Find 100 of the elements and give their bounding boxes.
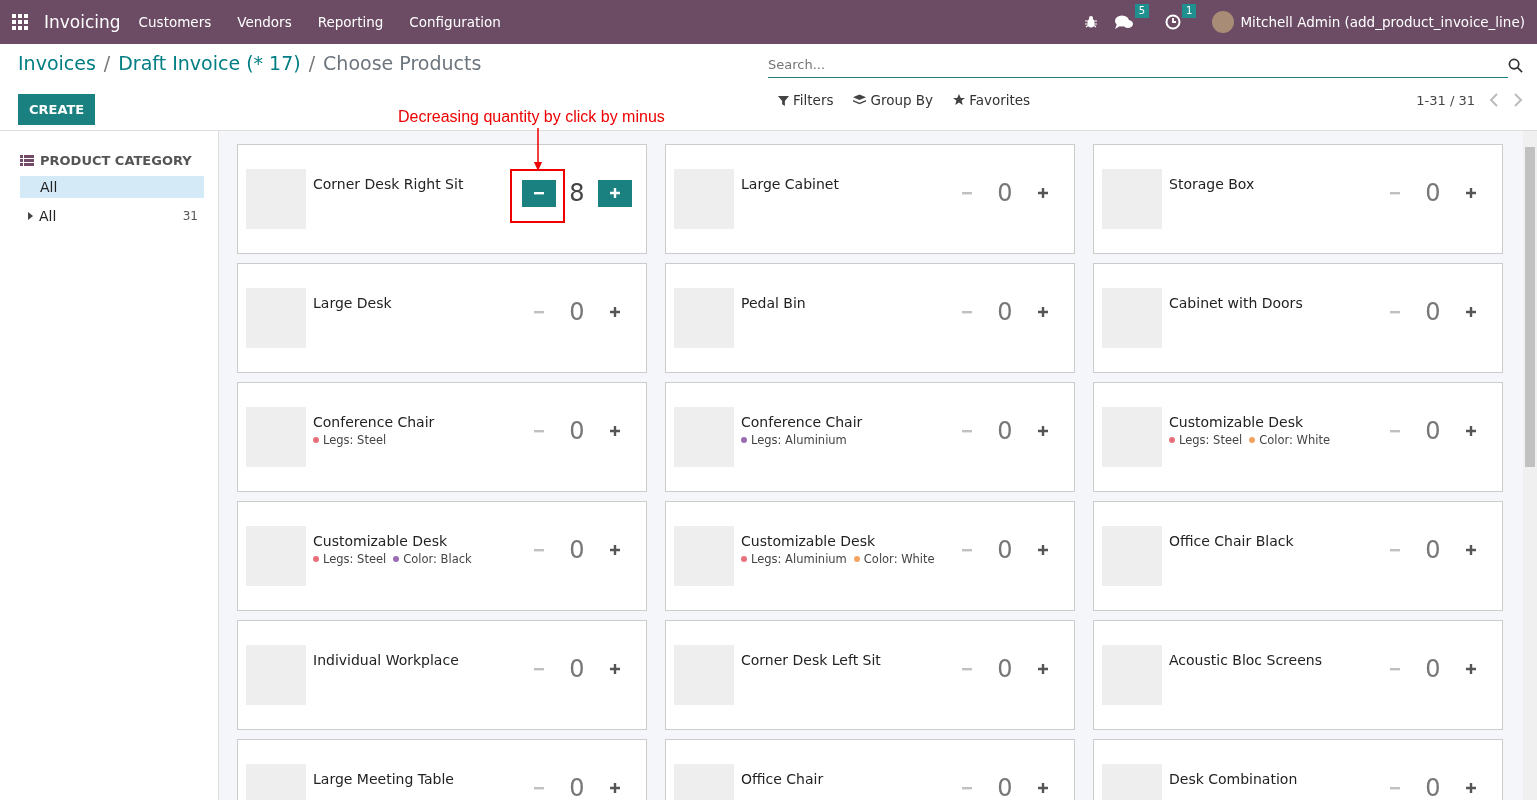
product-card[interactable]: Acoustic Bloc Screens 0	[1093, 620, 1503, 730]
menu-item[interactable]: Vendors	[237, 14, 292, 30]
pager-value: 1-31 / 31	[1416, 92, 1475, 108]
filter-menu-button[interactable]: Favorites	[953, 92, 1031, 108]
annotation-arrow	[533, 128, 543, 172]
quantity-value: 0	[1424, 417, 1442, 445]
increase-button[interactable]	[598, 179, 632, 207]
product-card[interactable]: Customizable Desk Legs: Steel Color: White 0	[1093, 382, 1503, 492]
decrease-button[interactable]	[522, 179, 556, 207]
product-card[interactable]: Storage Box 0	[1093, 144, 1503, 254]
product-name: Large Desk	[313, 295, 393, 311]
plus-icon	[1037, 425, 1049, 437]
quantity-value: 0	[1424, 774, 1442, 800]
list-icon	[20, 155, 34, 166]
product-card[interactable]: Large Desk 0	[237, 263, 647, 373]
plus-icon	[1465, 306, 1477, 318]
bug-icon[interactable]	[1083, 15, 1098, 29]
category-item[interactable]: All	[20, 176, 204, 198]
product-name: Desk Combination	[1169, 771, 1299, 787]
product-name: Office Chair	[741, 771, 825, 787]
product-name: Conference Chair	[313, 414, 436, 430]
attribute-label: Color: White	[1259, 433, 1331, 447]
menu-item[interactable]: Reporting	[317, 14, 384, 30]
product-name: Large Cabinet	[741, 176, 840, 192]
product-card[interactable]: Large Cabinet 0	[665, 144, 1075, 254]
product-card[interactable]: Customizable Desk Legs: Aluminium Color: White 0	[665, 501, 1075, 611]
quantity-value: 8	[568, 179, 586, 207]
menu-item[interactable]: Configuration	[409, 14, 501, 30]
product-name: Customizable Desk	[313, 533, 449, 549]
product-card[interactable]: Cabinet with Doors 0	[1093, 263, 1503, 373]
plus-icon	[1465, 187, 1477, 199]
breadcrumb-link[interactable]: Invoices	[18, 52, 96, 74]
quantity-value: 0	[996, 655, 1014, 683]
category-item[interactable]: All 31	[20, 205, 204, 227]
quantity-value: 0	[568, 417, 586, 445]
chat-icon[interactable]	[1113, 14, 1134, 30]
layers-icon	[853, 94, 867, 106]
product-name: Conference Chair	[741, 414, 864, 430]
product-name: Corner Desk Left Sit	[741, 652, 882, 668]
product-name: Acoustic Bloc Screens	[1169, 652, 1323, 668]
product-card[interactable]: Individual Workplace 0	[237, 620, 647, 730]
product-card[interactable]: Corner Desk Left Sit 0	[665, 620, 1075, 730]
product-card[interactable]: Desk Combination 0	[1093, 739, 1503, 800]
product-card[interactable]: Corner Desk Right Sit 8	[237, 144, 647, 254]
quantity-value: 0	[996, 417, 1014, 445]
quantity-value: 0	[996, 774, 1014, 800]
plus-icon	[609, 544, 621, 556]
page-title: Choose Products	[323, 52, 482, 74]
attribute-label: Legs: Steel	[323, 552, 387, 566]
attribute-label: Legs: Steel	[1179, 433, 1243, 447]
attribute-label: Legs: Aluminium	[751, 433, 847, 447]
filter-menu-button[interactable]: Group By	[853, 92, 934, 108]
product-card[interactable]: Conference Chair Legs: Aluminium 0	[665, 382, 1075, 492]
star-icon	[953, 94, 966, 106]
plus-icon	[609, 425, 621, 437]
attribute-label: Color: Black	[403, 552, 472, 566]
breadcrumb-separator: /	[103, 52, 111, 74]
product-card[interactable]: Office Chair Black 0	[1093, 501, 1503, 611]
user-name[interactable]: Mitchell Admin (add_product_invoice_line)	[1240, 14, 1525, 30]
quantity-value: 0	[1424, 655, 1442, 683]
plus-icon	[1037, 306, 1049, 318]
attribute-label: Color: White	[863, 552, 935, 566]
apps-grid-icon[interactable]	[12, 14, 28, 30]
plus-icon	[1037, 782, 1049, 794]
product-card[interactable]: Pedal Bin 0	[665, 263, 1075, 373]
product-card[interactable]: Conference Chair Legs: Steel 0	[237, 382, 647, 492]
create-button[interactable]: CREATE	[18, 94, 96, 125]
activity-count-badge: 1	[1182, 4, 1197, 18]
product-name: Pedal Bin	[741, 295, 807, 311]
plus-icon	[1037, 663, 1049, 675]
quantity-value: 0	[568, 298, 586, 326]
product-name: Customizable Desk	[1169, 414, 1305, 430]
breadcrumb-link[interactable]: Draft Invoice (* 17)	[118, 52, 301, 74]
plus-icon	[1037, 187, 1049, 199]
scrollbar[interactable]	[1523, 131, 1537, 800]
product-card[interactable]: Office Chair 0	[665, 739, 1075, 800]
quantity-value: 0	[568, 536, 586, 564]
quantity-value: 0	[996, 536, 1014, 564]
breadcrumb-separator: /	[308, 52, 316, 74]
caret-icon[interactable]	[28, 212, 33, 220]
filter-menu-button[interactable]: Filters	[778, 92, 834, 108]
search-icon[interactable]	[1508, 57, 1523, 73]
funnel-icon	[778, 94, 789, 106]
clock-icon[interactable]	[1165, 14, 1181, 30]
plus-icon	[609, 782, 621, 794]
product-card[interactable]: Customizable Desk Legs: Steel Color: Black 0	[237, 501, 647, 611]
quantity-value: 0	[1424, 536, 1442, 564]
product-card[interactable]: Large Meeting Table 0	[237, 739, 647, 800]
app-name[interactable]: Invoicing	[44, 12, 121, 32]
attribute-label: Legs: Steel	[323, 433, 387, 447]
attribute-label: Legs: Aluminium	[751, 552, 847, 566]
product-name: Individual Workplace	[313, 652, 460, 668]
quantity-value: 0	[996, 179, 1014, 207]
plus-icon	[1465, 782, 1477, 794]
quantity-value: 0	[568, 655, 586, 683]
product-name: Storage Box	[1169, 176, 1256, 192]
plus-icon	[1037, 544, 1049, 556]
quantity-value: 0	[996, 298, 1014, 326]
menu-item[interactable]: Customers	[138, 14, 212, 30]
product-name: Corner Desk Right Sit	[313, 176, 465, 192]
